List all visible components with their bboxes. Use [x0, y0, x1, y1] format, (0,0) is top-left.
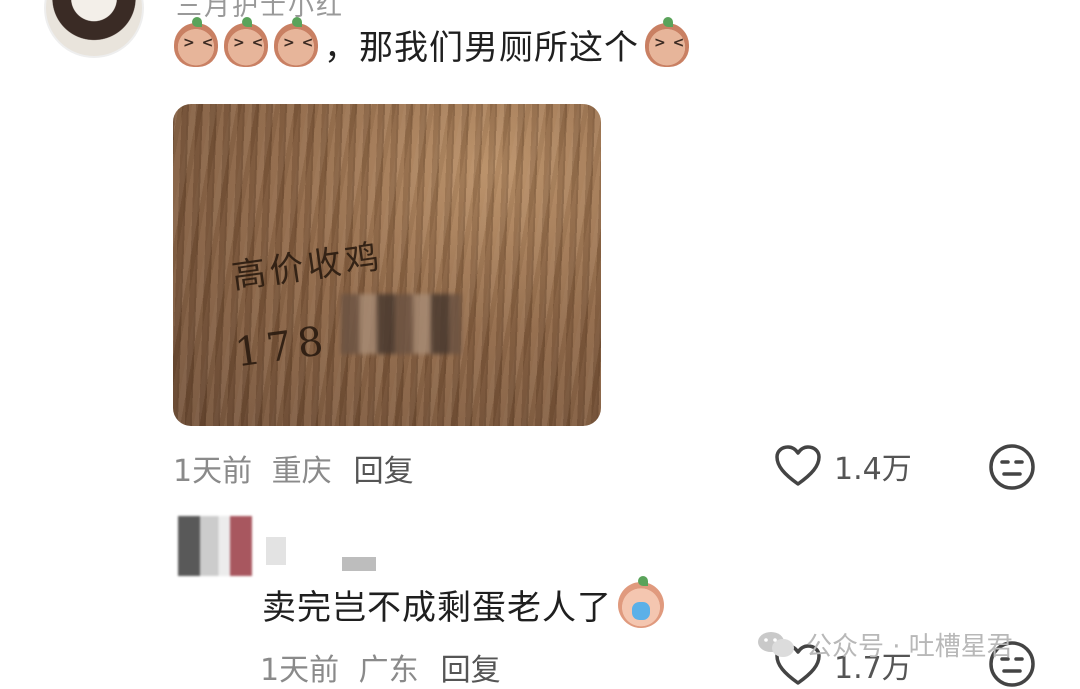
watermark-text: 公众号 · 吐槽星君: [806, 632, 1013, 662]
reply-meta: 1天前 广东 回复: [260, 645, 501, 689]
reply-time: 1天前 广东: [260, 653, 419, 688]
bean-emoji-icon: [224, 16, 268, 67]
reply-username-blur: [266, 537, 286, 565]
reply-avatar[interactable]: [178, 516, 252, 576]
watermark: 公众号 · 吐槽星君: [756, 626, 1013, 663]
comment-text: ，那我们男厕所这个: [324, 28, 639, 68]
crying-bean-emoji-icon: [618, 575, 664, 628]
reply-text: 卖完岂不成剩蛋老人了: [262, 588, 612, 628]
comment-photo[interactable]: 高价收鸡 178: [173, 104, 601, 426]
pixelated-blur: [341, 294, 461, 354]
reply-button[interactable]: 回复: [354, 446, 414, 490]
comment-text-row: ，那我们男厕所这个: [174, 16, 689, 69]
meh-face-icon[interactable]: [988, 443, 1036, 491]
like-count: 1.4万: [834, 452, 912, 487]
commenter-avatar[interactable]: [44, 0, 144, 58]
reply-text-row: 卖完岂不成剩蛋老人了: [262, 575, 664, 629]
heart-icon: [775, 445, 821, 486]
like-button[interactable]: 1.4万: [774, 444, 912, 488]
reply-username-blur: [342, 557, 376, 571]
bean-emoji-icon: [274, 16, 318, 67]
bean-emoji-icon: [174, 16, 218, 67]
bean-emoji-icon: [645, 16, 689, 67]
reply-button[interactable]: 回复: [441, 645, 501, 689]
comment-meta: 1天前 重庆 回复: [173, 446, 414, 490]
wechat-icon: [758, 631, 794, 657]
comment-time: 1天前 重庆: [173, 454, 332, 489]
